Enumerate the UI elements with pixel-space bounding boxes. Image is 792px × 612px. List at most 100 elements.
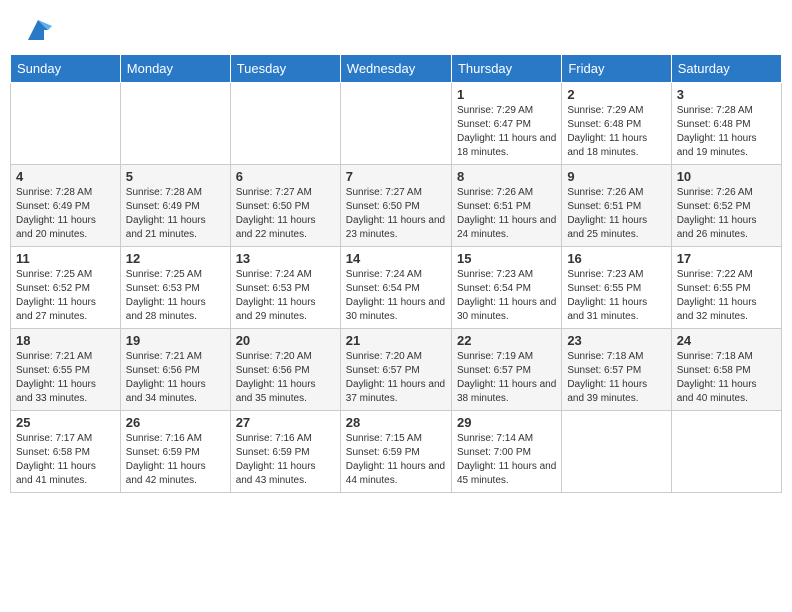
day-info: Sunrise: 7:22 AMSunset: 6:55 PMDaylight:…: [677, 268, 776, 324]
calendar-day-cell: [120, 83, 230, 165]
logo-icon: [24, 16, 52, 44]
calendar-day-cell: 18 Sunrise: 7:21 AMSunset: 6:55 PMDayligh…: [11, 329, 121, 411]
day-number: 28: [346, 415, 446, 430]
day-info: Sunrise: 7:26 AMSunset: 6:51 PMDaylight:…: [457, 186, 556, 242]
day-of-week-header: Saturday: [671, 55, 781, 83]
day-info: Sunrise: 7:20 AMSunset: 6:56 PMDaylight:…: [236, 350, 335, 406]
calendar-day-cell: 22 Sunrise: 7:19 AMSunset: 6:57 PMDayligh…: [451, 329, 561, 411]
calendar-day-cell: 15 Sunrise: 7:23 AMSunset: 6:54 PMDayligh…: [451, 247, 561, 329]
day-info: Sunrise: 7:29 AMSunset: 6:47 PMDaylight:…: [457, 104, 556, 160]
day-number: 12: [126, 251, 225, 266]
calendar-day-cell: 12 Sunrise: 7:25 AMSunset: 6:53 PMDayligh…: [120, 247, 230, 329]
calendar-day-cell: 6 Sunrise: 7:27 AMSunset: 6:50 PMDaylight…: [230, 165, 340, 247]
day-info: Sunrise: 7:16 AMSunset: 6:59 PMDaylight:…: [236, 432, 335, 488]
day-info: Sunrise: 7:18 AMSunset: 6:58 PMDaylight:…: [677, 350, 776, 406]
calendar-day-cell: 16 Sunrise: 7:23 AMSunset: 6:55 PMDayligh…: [562, 247, 671, 329]
day-of-week-header: Tuesday: [230, 55, 340, 83]
day-number: 29: [457, 415, 556, 430]
day-info: Sunrise: 7:16 AMSunset: 6:59 PMDaylight:…: [126, 432, 225, 488]
calendar-day-cell: 21 Sunrise: 7:20 AMSunset: 6:57 PMDayligh…: [340, 329, 451, 411]
day-number: 17: [677, 251, 776, 266]
calendar-day-cell: 28 Sunrise: 7:15 AMSunset: 6:59 PMDayligh…: [340, 411, 451, 493]
day-info: Sunrise: 7:23 AMSunset: 6:54 PMDaylight:…: [457, 268, 556, 324]
day-of-week-header: Wednesday: [340, 55, 451, 83]
calendar-week-row: 1 Sunrise: 7:29 AMSunset: 6:47 PMDaylight…: [11, 83, 782, 165]
day-of-week-header: Sunday: [11, 55, 121, 83]
calendar-week-row: 11 Sunrise: 7:25 AMSunset: 6:52 PMDayligh…: [11, 247, 782, 329]
day-info: Sunrise: 7:24 AMSunset: 6:53 PMDaylight:…: [236, 268, 335, 324]
calendar-day-cell: [11, 83, 121, 165]
day-number: 11: [16, 251, 115, 266]
day-info: Sunrise: 7:24 AMSunset: 6:54 PMDaylight:…: [346, 268, 446, 324]
day-info: Sunrise: 7:17 AMSunset: 6:58 PMDaylight:…: [16, 432, 115, 488]
day-number: 22: [457, 333, 556, 348]
calendar-day-cell: 14 Sunrise: 7:24 AMSunset: 6:54 PMDayligh…: [340, 247, 451, 329]
calendar-day-cell: 11 Sunrise: 7:25 AMSunset: 6:52 PMDayligh…: [11, 247, 121, 329]
calendar-table: SundayMondayTuesdayWednesdayThursdayFrid…: [10, 54, 782, 493]
day-info: Sunrise: 7:14 AMSunset: 7:00 PMDaylight:…: [457, 432, 556, 488]
day-of-week-header: Friday: [562, 55, 671, 83]
day-info: Sunrise: 7:28 AMSunset: 6:49 PMDaylight:…: [16, 186, 115, 242]
day-info: Sunrise: 7:23 AMSunset: 6:55 PMDaylight:…: [567, 268, 665, 324]
calendar-day-cell: 20 Sunrise: 7:20 AMSunset: 6:56 PMDayligh…: [230, 329, 340, 411]
logo: [20, 16, 52, 44]
day-info: Sunrise: 7:25 AMSunset: 6:53 PMDaylight:…: [126, 268, 225, 324]
day-number: 20: [236, 333, 335, 348]
day-number: 21: [346, 333, 446, 348]
day-number: 1: [457, 87, 556, 102]
calendar-week-row: 18 Sunrise: 7:21 AMSunset: 6:55 PMDayligh…: [11, 329, 782, 411]
calendar-day-cell: 9Sunrise: 7:26 AMSunset: 6:51 PMDaylight…: [562, 165, 671, 247]
day-number: 18: [16, 333, 115, 348]
page-header: [10, 10, 782, 50]
day-of-week-header: Monday: [120, 55, 230, 83]
calendar-day-cell: [230, 83, 340, 165]
day-number: 7: [346, 169, 446, 184]
day-number: 3: [677, 87, 776, 102]
calendar-day-cell: 2Sunrise: 7:29 AMSunset: 6:48 PMDaylight…: [562, 83, 671, 165]
day-number: 15: [457, 251, 556, 266]
calendar-day-cell: 8 Sunrise: 7:26 AMSunset: 6:51 PMDaylight…: [451, 165, 561, 247]
day-info: Sunrise: 7:27 AMSunset: 6:50 PMDaylight:…: [346, 186, 446, 242]
day-number: 9: [567, 169, 665, 184]
day-info: Sunrise: 7:18 AMSunset: 6:57 PMDaylight:…: [567, 350, 665, 406]
day-info: Sunrise: 7:26 AMSunset: 6:52 PMDaylight:…: [677, 186, 776, 242]
day-number: 16: [567, 251, 665, 266]
day-number: 27: [236, 415, 335, 430]
calendar-day-cell: 23 Sunrise: 7:18 AMSunset: 6:57 PMDayligh…: [562, 329, 671, 411]
calendar-day-cell: 7 Sunrise: 7:27 AMSunset: 6:50 PMDaylight…: [340, 165, 451, 247]
day-number: 23: [567, 333, 665, 348]
calendar-day-cell: 13 Sunrise: 7:24 AMSunset: 6:53 PMDayligh…: [230, 247, 340, 329]
calendar-day-cell: [562, 411, 671, 493]
day-number: 13: [236, 251, 335, 266]
calendar-day-cell: 4 Sunrise: 7:28 AMSunset: 6:49 PMDaylight…: [11, 165, 121, 247]
calendar-day-cell: 19Sunrise: 7:21 AMSunset: 6:56 PMDayligh…: [120, 329, 230, 411]
day-info: Sunrise: 7:28 AMSunset: 6:48 PMDaylight:…: [677, 104, 776, 160]
calendar-day-cell: [340, 83, 451, 165]
calendar-day-cell: 5Sunrise: 7:28 AMSunset: 6:49 PMDaylight…: [120, 165, 230, 247]
day-number: 24: [677, 333, 776, 348]
day-number: 8: [457, 169, 556, 184]
day-info: Sunrise: 7:25 AMSunset: 6:52 PMDaylight:…: [16, 268, 115, 324]
day-number: 14: [346, 251, 446, 266]
day-number: 4: [16, 169, 115, 184]
calendar-day-cell: 10 Sunrise: 7:26 AMSunset: 6:52 PMDayligh…: [671, 165, 781, 247]
day-info: Sunrise: 7:27 AMSunset: 6:50 PMDaylight:…: [236, 186, 335, 242]
day-info: Sunrise: 7:21 AMSunset: 6:55 PMDaylight:…: [16, 350, 115, 406]
day-of-week-header: Thursday: [451, 55, 561, 83]
calendar-day-cell: 26 Sunrise: 7:16 AMSunset: 6:59 PMDayligh…: [120, 411, 230, 493]
day-info: Sunrise: 7:29 AMSunset: 6:48 PMDaylight:…: [567, 104, 665, 160]
day-info: Sunrise: 7:28 AMSunset: 6:49 PMDaylight:…: [126, 186, 225, 242]
calendar-day-cell: 24 Sunrise: 7:18 AMSunset: 6:58 PMDayligh…: [671, 329, 781, 411]
day-number: 6: [236, 169, 335, 184]
calendar-day-cell: 1 Sunrise: 7:29 AMSunset: 6:47 PMDaylight…: [451, 83, 561, 165]
day-info: Sunrise: 7:15 AMSunset: 6:59 PMDaylight:…: [346, 432, 446, 488]
calendar-day-cell: 3 Sunrise: 7:28 AMSunset: 6:48 PMDaylight…: [671, 83, 781, 165]
calendar-header-row: SundayMondayTuesdayWednesdayThursdayFrid…: [11, 55, 782, 83]
calendar-day-cell: 29 Sunrise: 7:14 AMSunset: 7:00 PMDayligh…: [451, 411, 561, 493]
calendar-day-cell: [671, 411, 781, 493]
day-number: 10: [677, 169, 776, 184]
calendar-week-row: 4 Sunrise: 7:28 AMSunset: 6:49 PMDaylight…: [11, 165, 782, 247]
day-info: Sunrise: 7:19 AMSunset: 6:57 PMDaylight:…: [457, 350, 556, 406]
day-number: 26: [126, 415, 225, 430]
day-info: Sunrise: 7:20 AMSunset: 6:57 PMDaylight:…: [346, 350, 446, 406]
